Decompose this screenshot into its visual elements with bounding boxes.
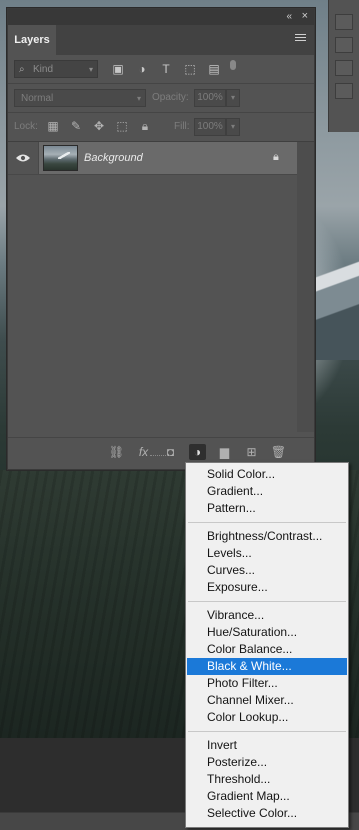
opacity-chevron-icon[interactable]: ▾ [226, 89, 240, 107]
menu-item-brightness-contrast[interactable]: Brightness/Contrast... [187, 528, 347, 545]
blend-mode-value: Normal [21, 93, 54, 104]
panel-tab-row: Layers [8, 25, 314, 55]
menu-item-gradient[interactable]: Gradient... [187, 483, 347, 500]
chevron-down-icon: ▾ [136, 94, 141, 103]
adjustment-layer-icon[interactable]: ◑ [189, 444, 206, 460]
menu-item-hue-saturation[interactable]: Hue/Saturation... [187, 624, 347, 641]
menu-item-posterize[interactable]: Posterize... [187, 754, 347, 771]
lock-image-brush-icon[interactable]: ✎ [69, 119, 83, 133]
smart-object-filter-icon[interactable]: ▤ [206, 61, 222, 77]
lock-label: Lock: [14, 121, 38, 132]
swatch-slot-icon[interactable] [335, 83, 353, 99]
close-icon[interactable]: × [302, 10, 308, 22]
menu-item-color-balance[interactable]: Color Balance... [187, 641, 347, 658]
lock-icon[interactable]: 🔒︎ [273, 151, 283, 163]
blend-mode-select[interactable]: Normal ▾ [14, 89, 146, 107]
menu-item-exposure[interactable]: Exposure... [187, 579, 347, 596]
panel-resize-grip[interactable] [150, 455, 170, 459]
layer-row-background[interactable]: Background 🔒︎ [8, 142, 297, 175]
menu-item-solid-color[interactable]: Solid Color... [187, 466, 347, 483]
swatch-slot-icon[interactable] [335, 60, 353, 76]
menu-item-selective-color[interactable]: Selective Color... [187, 805, 347, 822]
layer-thumbnail[interactable] [43, 145, 78, 171]
blend-mode-row: Normal ▾ Opacity: 100% ▾ [8, 84, 314, 113]
right-side-panel [328, 0, 359, 132]
menu-separator [188, 731, 346, 732]
menu-item-curves[interactable]: Curves... [187, 562, 347, 579]
panel-menu-icon[interactable] [295, 34, 306, 43]
filter-toggle-switch[interactable] [230, 60, 236, 70]
menu-item-color-lookup[interactable]: Color Lookup... [187, 709, 347, 726]
lock-position-move-icon[interactable]: ✥ [92, 119, 106, 133]
new-layer-icon[interactable]: ⊞ [243, 444, 260, 460]
menu-item-vibrance[interactable]: Vibrance... [187, 607, 347, 624]
opacity-field[interactable]: 100% [194, 89, 226, 107]
adjustment-layer-filter-icon[interactable]: ◑ [134, 61, 150, 77]
lock-all-icon[interactable]: 🔒︎ [138, 119, 152, 133]
menu-item-pattern[interactable]: Pattern... [187, 500, 347, 517]
shape-layer-filter-icon[interactable]: ⬚ [182, 61, 198, 77]
lock-row: Lock: ▦ ✎ ✥ ⬚ 🔒︎ Fill: 100% ▾ [8, 113, 314, 142]
menu-item-invert[interactable]: Invert [187, 737, 347, 754]
filter-kind-label: Kind [33, 64, 54, 75]
swatch-slot-icon[interactable] [335, 37, 353, 53]
layers-panel: « × Layers ⌕ Kind ▾ ▣ ◑ T ⬚ ▤ Normal ▾ O… [7, 8, 315, 470]
menu-item-photo-filter[interactable]: Photo Filter... [187, 675, 347, 692]
menu-item-gradient-map[interactable]: Gradient Map... [187, 788, 347, 805]
menu-item-channel-mixer[interactable]: Channel Mixer... [187, 692, 347, 709]
type-layer-filter-icon[interactable]: T [158, 61, 174, 77]
fill-field[interactable]: 100% [194, 118, 226, 136]
pixel-layer-filter-icon[interactable]: ▣ [110, 61, 126, 77]
fill-label: Fill: [174, 121, 190, 132]
adjustment-layer-menu: Solid Color... Gradient... Pattern... Br… [185, 462, 349, 828]
layer-name[interactable]: Background [84, 142, 143, 174]
tab-layers[interactable]: Layers [8, 25, 56, 55]
new-group-folder-icon[interactable]: ▆ [216, 444, 233, 460]
eye-icon [16, 154, 30, 162]
filter-kind-select[interactable]: ⌕ Kind ▾ [14, 60, 98, 78]
menu-separator [188, 601, 346, 602]
search-icon: ⌕ [19, 64, 25, 75]
menu-item-levels[interactable]: Levels... [187, 545, 347, 562]
lock-artboard-icon[interactable]: ⬚ [115, 119, 129, 133]
filter-row: ⌕ Kind ▾ ▣ ◑ T ⬚ ▤ [8, 55, 314, 84]
link-layers-icon[interactable]: ⛓︎ [108, 444, 125, 460]
swatch-slot-icon[interactable] [335, 14, 353, 30]
collapse-icon[interactable]: « [286, 11, 292, 22]
trash-icon[interactable]: 🗑︎ [270, 444, 287, 460]
visibility-toggle[interactable] [8, 142, 39, 174]
opacity-label: Opacity: [152, 92, 189, 103]
menu-item-threshold[interactable]: Threshold... [187, 771, 347, 788]
chevron-down-icon: ▾ [88, 65, 93, 74]
fill-chevron-icon[interactable]: ▾ [226, 118, 240, 136]
menu-item-black-white[interactable]: Black & White... [187, 658, 347, 675]
layers-scrollbar[interactable] [297, 142, 314, 432]
menu-separator [188, 522, 346, 523]
panel-title-bar[interactable]: « × [8, 9, 314, 25]
lock-transparency-icon[interactable]: ▦ [46, 119, 60, 133]
